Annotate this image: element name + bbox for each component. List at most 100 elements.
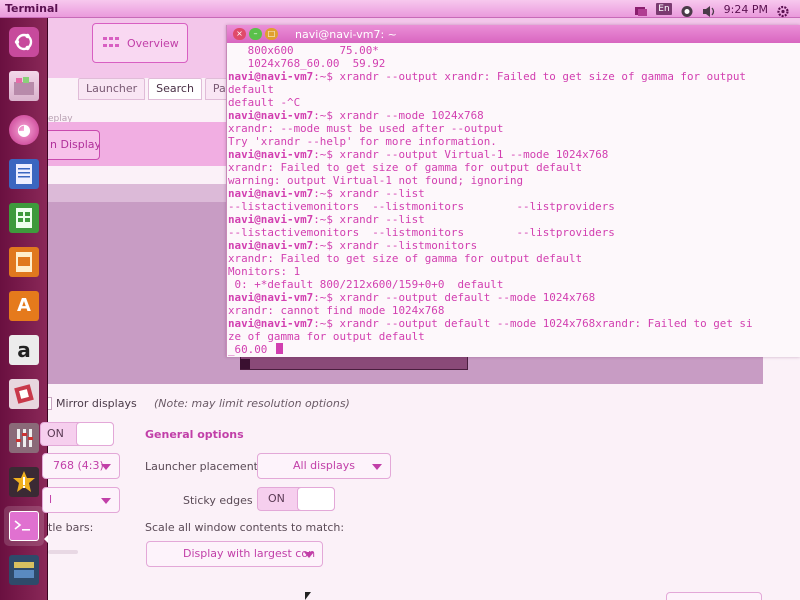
workspaces-icon[interactable] <box>4 550 44 590</box>
detect-displays-button[interactable]: n Display <box>48 130 100 160</box>
grid-icon <box>103 37 119 49</box>
terminal-text: 1024x768_60.00 59.92 <box>228 57 386 70</box>
switch-knob <box>297 487 335 511</box>
power-gear-icon[interactable] <box>776 3 790 17</box>
scale-slider[interactable] <box>48 550 78 554</box>
terminal-text: :~$ xrandr --output xrandr: Failed to ge… <box>313 70 746 83</box>
tab-search[interactable]: Search <box>148 78 202 100</box>
ubuntu-dash-icon[interactable] <box>4 22 44 62</box>
terminal-line: default <box>228 83 800 96</box>
terminal-text: --listactivemonitors --listmonitors --li… <box>228 226 615 239</box>
top-panel: Terminal En 9:24 PM <box>0 0 800 18</box>
terminal-text: xrandr: --mode must be used after --outp… <box>228 122 504 135</box>
terminal-line: navi@navi-vm7:~$ xrandr --list <box>228 187 800 200</box>
scale-label: Scale all window contents to match: <box>145 521 345 534</box>
shell-prompt: navi@navi-vm7 <box>228 109 314 122</box>
chevron-down-icon <box>372 464 382 470</box>
volume-icon[interactable] <box>702 3 716 17</box>
sticky-edges-switch[interactable]: ON <box>257 487 335 511</box>
shell-prompt: navi@navi-vm7 <box>228 213 314 226</box>
terminal-line: navi@navi-vm7:~$ xrandr --output Virtual… <box>228 148 800 161</box>
terminal-titlebar[interactable]: × – □ navi@navi-vm7: ~ <box>227 25 800 43</box>
calc-icon[interactable] <box>4 198 44 238</box>
close-icon[interactable]: × <box>233 28 246 40</box>
impress-icon[interactable] <box>4 242 44 282</box>
scale-display-value: Display with largest con <box>183 547 316 560</box>
amazon-icon[interactable]: a <box>4 330 44 370</box>
minimize-icon[interactable]: – <box>249 28 262 40</box>
update-manager-icon[interactable] <box>4 462 44 502</box>
shell-prompt: navi@navi-vm7 <box>228 239 314 252</box>
terminal-text: default <box>228 83 274 96</box>
terminal-line: xrandr: --mode must be used after --outp… <box>228 122 800 135</box>
display-on-label: ON <box>47 427 64 440</box>
settings-icon[interactable] <box>4 374 44 414</box>
sticky-edges-label: Sticky edges <box>183 494 253 507</box>
terminal-text: Monitors: 1 <box>228 265 301 278</box>
overview-button[interactable]: Overview <box>92 23 188 63</box>
software-center-icon[interactable]: A <box>4 286 44 326</box>
system-settings-icon[interactable] <box>4 418 44 458</box>
mirror-displays-note: (Note: may limit resolution options) <box>154 397 350 410</box>
clock[interactable]: 9:24 PM <box>724 3 768 16</box>
terminal-line: default -^C <box>228 96 800 109</box>
terminal-output[interactable]: 800x600 75.00* 1024x768_60.00 59.92 navi@… <box>227 44 800 357</box>
launcher-placement-combo[interactable]: All displays <box>257 453 391 479</box>
chevron-down-icon <box>101 464 111 470</box>
terminal-text: xrandr: cannot find mode 1024x768 <box>228 304 445 317</box>
active-window-title: Terminal <box>5 2 59 15</box>
launcher: ◕ A a <box>0 18 49 600</box>
chevron-down-icon <box>101 498 111 504</box>
sticky-edges-value: ON <box>268 492 285 505</box>
restore-defaults-button[interactable] <box>666 592 762 600</box>
keyboard-layout-indicator[interactable]: En <box>656 3 672 15</box>
chevron-down-icon <box>304 552 314 558</box>
indicator-tray: En 9:24 PM <box>634 1 790 17</box>
terminal-line: navi@navi-vm7:~$ xrandr --output default… <box>228 317 800 330</box>
terminal-text: xrandr: Failed to get size of gamma for … <box>228 252 583 265</box>
terminal-line: Try 'xrandr --help' for more information… <box>228 135 800 148</box>
terminal-line: --listactivemonitors --listmonitors --li… <box>228 226 800 239</box>
files-icon[interactable] <box>4 66 44 106</box>
monitor-thumbnail[interactable] <box>240 356 468 370</box>
terminal-text: --listactivemonitors --listmonitors --li… <box>228 200 615 213</box>
mirror-displays-label: Mirror displays <box>56 397 137 410</box>
shell-prompt: navi@navi-vm7 <box>228 70 314 83</box>
messaging-icon[interactable] <box>634 3 648 16</box>
rotation-combo[interactable]: l <box>42 487 120 513</box>
firefox-icon[interactable]: ◕ <box>4 110 44 150</box>
terminal-icon[interactable] <box>4 506 44 546</box>
terminal-line: Monitors: 1 <box>228 265 800 278</box>
launcher-placement-label: Launcher placement <box>145 460 258 473</box>
display-on-switch[interactable]: ON <box>40 422 114 446</box>
terminal-line: --listactivemonitors --listmonitors --li… <box>228 200 800 213</box>
scale-display-combo[interactable]: Display with largest con <box>146 541 323 567</box>
terminal-text: xrandr: Failed to get size of gamma for … <box>228 161 583 174</box>
terminal-text: :~$ xrandr --mode 1024x768 <box>313 109 484 122</box>
terminal-text: 800x600 75.00* <box>228 44 379 57</box>
resolution-combo[interactable]: 768 (4:3) <box>42 453 120 479</box>
mirror-displays-checkbox[interactable] <box>48 397 52 410</box>
terminal-line: warning: output Virtual-1 not found; ign… <box>228 174 800 187</box>
rotation-value: l <box>49 493 53 506</box>
tab-launcher[interactable]: Launcher <box>78 78 146 100</box>
settings-tabs: Launcher Search Panel <box>78 78 251 100</box>
terminal-window[interactable]: × – □ navi@navi-vm7: ~ 800x600 75.00* 10… <box>226 25 800 357</box>
terminal-text: :~$ xrandr --output default --mode 1024x… <box>313 317 753 330</box>
terminal-line: 800x600 75.00* <box>228 44 800 57</box>
launcher-placement-value: All displays <box>293 459 355 472</box>
terminal-line: 0: +*default 800/212x600/159+0+0 default <box>228 278 800 291</box>
terminal-line: navi@navi-vm7:~$ xrandr --listmonitors <box>228 239 800 252</box>
overview-label: Overview <box>127 36 179 50</box>
terminal-text: :~$ xrandr --list <box>313 213 425 226</box>
maximize-icon[interactable]: □ <box>265 28 278 40</box>
shell-prompt: navi@navi-vm7 <box>228 291 314 304</box>
resolution-value: 768 (4:3) <box>53 459 104 472</box>
terminal-line: navi@navi-vm7:~$ xrandr --output xrandr:… <box>228 70 800 83</box>
terminal-text: 0: +*default 800/212x600/159+0+0 default <box>228 278 504 291</box>
terminal-line: 1024x768_60.00 59.92 <box>228 57 800 70</box>
terminal-text: :~$ xrandr --list <box>313 187 425 200</box>
writer-icon[interactable] <box>4 154 44 194</box>
text-cursor <box>275 343 283 354</box>
network-icon[interactable] <box>680 3 694 17</box>
